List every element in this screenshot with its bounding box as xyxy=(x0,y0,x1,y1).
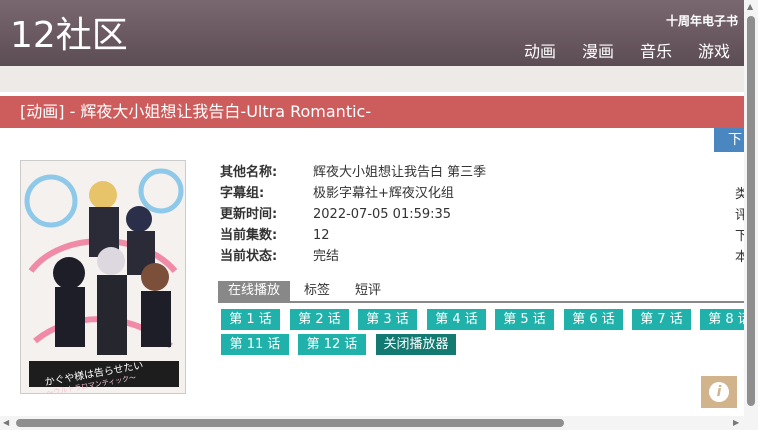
page-title: [动画] - 辉夜大小姐想让我告白-Ultra Romantic- xyxy=(20,102,372,121)
episode-button[interactable]: 第 4 话 xyxy=(427,309,486,330)
episode-button[interactable]: 第 11 话 xyxy=(221,334,289,355)
episode-button[interactable]: 第 12 话 xyxy=(298,334,366,355)
site-header: 12社区 十周年电子书 动画 漫画 音乐 游戏 xyxy=(0,0,744,66)
info-value: 12 xyxy=(313,228,330,243)
tab-tags[interactable]: 标签 xyxy=(304,281,330,301)
right-column-fragment: 下 xyxy=(735,229,744,244)
right-column-fragment: 本 xyxy=(735,250,744,265)
nav-item-manga[interactable]: 漫画 xyxy=(582,38,614,62)
nav-item-games[interactable]: 游戏 xyxy=(698,38,730,62)
horizontal-scrollbar[interactable]: ◀ ▶ xyxy=(0,416,744,430)
nav-item-anime[interactable]: 动画 xyxy=(524,38,556,62)
episode-button[interactable]: 第 1 话 xyxy=(221,309,280,330)
info-label: 更新时间: xyxy=(220,207,278,222)
info-label: 当前状态: xyxy=(220,249,278,264)
episode-list: 第 1 话 第 2 话 第 3 话 第 4 话 第 5 话 第 6 话 第 7 … xyxy=(221,309,744,359)
anniversary-link[interactable]: 十周年电子书 xyxy=(666,12,738,29)
site-logo[interactable]: 12社区 xyxy=(10,14,128,58)
horizontal-scroll-thumb[interactable] xyxy=(16,419,564,427)
header-spacer-band xyxy=(0,66,744,92)
info-value: 极影字幕社+辉夜汉化组 xyxy=(313,186,454,201)
info-icon: i xyxy=(709,382,729,402)
episode-button[interactable]: 第 2 话 xyxy=(290,309,349,330)
info-value: 2022-07-05 01:59:35 xyxy=(313,207,452,222)
episode-button[interactable]: 第 7 话 xyxy=(632,309,691,330)
episode-button[interactable]: 第 8 话 xyxy=(700,309,744,330)
episode-button[interactable]: 第 3 话 xyxy=(358,309,417,330)
scroll-left-arrow-icon[interactable]: ◀ xyxy=(3,418,9,427)
info-value: 完结 xyxy=(313,249,340,264)
vertical-scroll-thumb[interactable] xyxy=(747,16,755,406)
info-label: 其他名称: xyxy=(220,165,278,180)
info-button[interactable]: i xyxy=(701,376,737,408)
info-label: 字幕组: xyxy=(220,186,265,201)
poster-image: かぐや様は告らせたい 〜ウルトラロマンティック〜 xyxy=(20,160,186,397)
info-value: 辉夜大小姐想让我告白 第三季 xyxy=(313,165,487,180)
page-title-bar: [动画] - 辉夜大小姐想让我告白-Ultra Romantic- xyxy=(0,96,744,128)
download-button[interactable]: 下 xyxy=(714,128,744,152)
tab-short-reviews[interactable]: 短评 xyxy=(355,281,381,301)
info-label: 当前集数: xyxy=(220,228,278,243)
right-column-fragment: 评 xyxy=(735,208,744,223)
episode-button[interactable]: 第 6 话 xyxy=(564,309,623,330)
nav-item-music[interactable]: 音乐 xyxy=(640,38,672,62)
vertical-scrollbar[interactable]: ▲ xyxy=(744,0,758,430)
tab-online-play[interactable]: 在线播放 xyxy=(218,281,291,301)
content-tabs: 在线播放 标签 短评 xyxy=(218,281,744,303)
episode-button[interactable]: 第 5 话 xyxy=(495,309,554,330)
right-column-fragment: 类 xyxy=(735,187,744,202)
scroll-right-arrow-icon[interactable]: ▶ xyxy=(733,418,739,427)
close-player-button[interactable]: 关闭播放器 xyxy=(376,334,456,355)
main-nav: 动画 漫画 音乐 游戏 xyxy=(524,38,730,62)
scroll-up-arrow-icon[interactable]: ▲ xyxy=(747,2,753,11)
